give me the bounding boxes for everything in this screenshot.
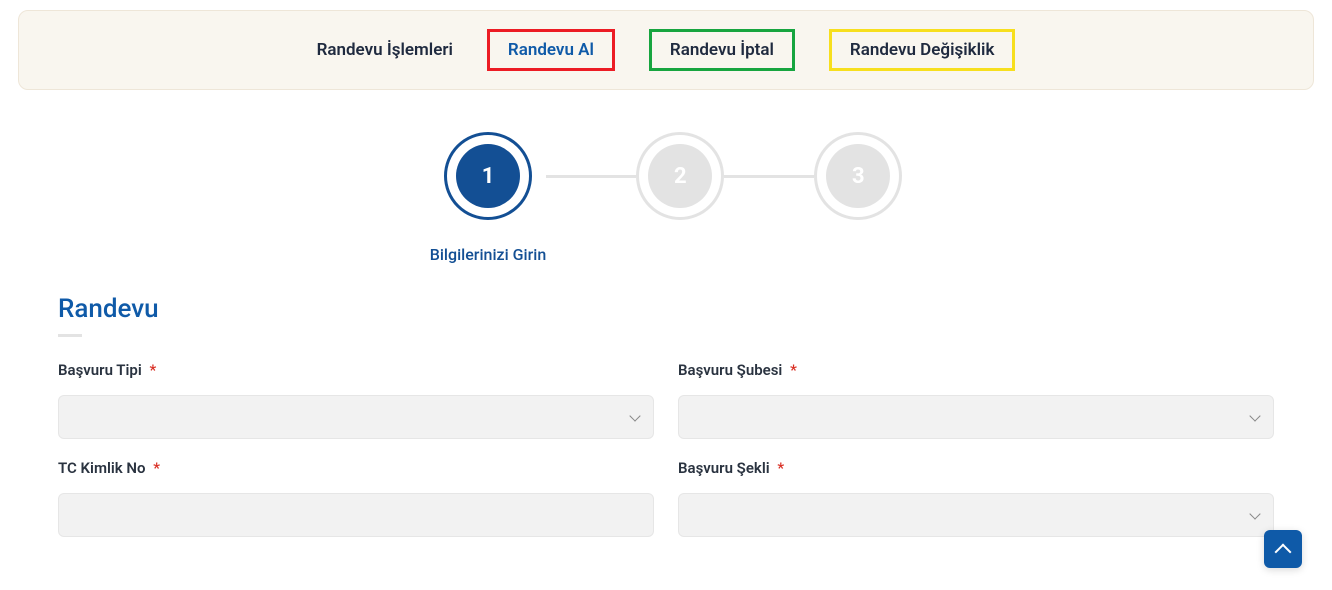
select-basvuru-tipi[interactable] xyxy=(58,395,654,439)
section-title: Randevu xyxy=(58,294,1314,324)
step-2[interactable]: 2 xyxy=(636,132,724,220)
chevron-down-icon xyxy=(631,412,641,422)
required-marker: * xyxy=(790,361,797,379)
select-basvuru-subesi[interactable] xyxy=(678,395,1274,439)
step-1-circle-outer: 1 xyxy=(444,132,532,220)
step-line-2-3 xyxy=(724,175,814,178)
highlight-box-yellow: Randevu Değişiklik xyxy=(829,29,1016,71)
label-tc-kimlik-no: TC Kimlik No * xyxy=(58,459,654,477)
top-menu-bar: Randevu İşlemleri Randevu Al Randevu İpt… xyxy=(18,10,1314,90)
menu-item-randevu-al[interactable]: Randevu Al xyxy=(508,40,594,60)
label-tc-kimlik-no-text: TC Kimlik No xyxy=(58,459,146,477)
highlight-box-green: Randevu İptal xyxy=(649,29,795,71)
label-basvuru-subesi: Başvuru Şubesi * xyxy=(678,361,1274,379)
step-1-circle: 1 xyxy=(456,144,520,208)
required-marker: * xyxy=(153,459,160,477)
menu-item-randevu-islemleri[interactable]: Randevu İşlemleri xyxy=(317,40,453,60)
menu-item-randevu-degisiklik[interactable]: Randevu Değişiklik xyxy=(850,40,995,60)
menu-item-randevu-iptal[interactable]: Randevu İptal xyxy=(670,40,774,60)
select-basvuru-sekli[interactable] xyxy=(678,493,1274,537)
step-line-1-2 xyxy=(546,175,636,178)
step-3-circle: 3 xyxy=(826,144,890,208)
section-divider xyxy=(58,334,82,337)
scroll-to-top-button[interactable] xyxy=(1264,530,1302,568)
label-basvuru-tipi-text: Başvuru Tipi xyxy=(58,361,142,379)
label-basvuru-sekli: Başvuru Şekli * xyxy=(678,459,1274,477)
form-grid: Başvuru Tipi * Başvuru Şubesi * TC Kimli… xyxy=(58,361,1274,537)
step-1-label: Bilgilerinizi Girin xyxy=(430,245,547,264)
field-basvuru-subesi: Başvuru Şubesi * xyxy=(678,361,1274,439)
input-tc-kimlik-no[interactable] xyxy=(58,493,654,537)
chevron-down-icon xyxy=(1251,412,1261,422)
required-marker: * xyxy=(150,361,157,379)
label-basvuru-sekli-text: Başvuru Şekli xyxy=(678,459,770,477)
highlight-box-red: Randevu Al xyxy=(487,29,615,71)
stepper: 1 Bilgilerinizi Girin 2 3 xyxy=(18,132,1314,264)
chevron-down-icon xyxy=(1251,510,1261,520)
arrow-up-icon xyxy=(1275,543,1292,560)
required-marker: * xyxy=(777,459,784,477)
label-basvuru-subesi-text: Başvuru Şubesi xyxy=(678,361,782,379)
field-basvuru-sekli: Başvuru Şekli * xyxy=(678,459,1274,537)
step-2-circle-outer: 2 xyxy=(636,132,724,220)
field-tc-kimlik-no: TC Kimlik No * xyxy=(58,459,654,537)
field-basvuru-tipi: Başvuru Tipi * xyxy=(58,361,654,439)
step-3[interactable]: 3 xyxy=(814,132,902,220)
step-1[interactable]: 1 Bilgilerinizi Girin xyxy=(430,132,547,264)
step-3-circle-outer: 3 xyxy=(814,132,902,220)
label-basvuru-tipi: Başvuru Tipi * xyxy=(58,361,654,379)
step-2-circle: 2 xyxy=(648,144,712,208)
